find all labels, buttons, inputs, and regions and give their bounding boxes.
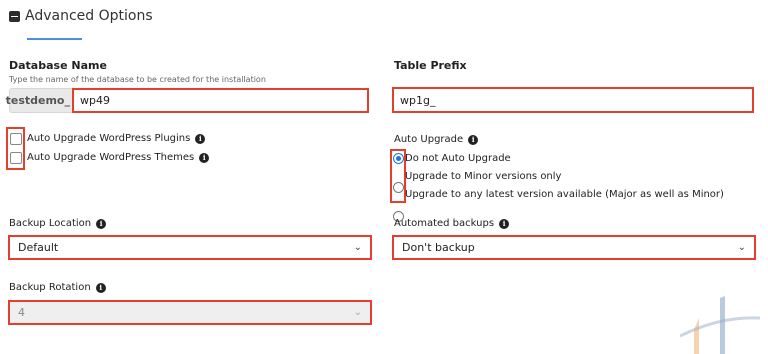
radio-minor-versions-label: Upgrade to Minor versions only: [405, 171, 562, 182]
backup-rotation-value: 4: [18, 306, 25, 319]
backup-location-select[interactable]: Default ⌄: [8, 235, 372, 260]
advanced-options-header[interactable]: Advanced Options: [9, 8, 153, 24]
auto-upgrade-themes-checkbox[interactable]: [10, 152, 22, 164]
minus-square-icon[interactable]: [9, 10, 20, 22]
backup-location-value: Default: [18, 241, 59, 254]
chevron-down-icon: ⌄: [353, 242, 362, 253]
automated-backups-select[interactable]: Don't backup ⌄: [392, 235, 756, 260]
info-icon[interactable]: i: [95, 282, 106, 293]
section-title: Advanced Options: [25, 8, 153, 24]
database-name-label: Database Name: [9, 59, 107, 72]
database-name-hint: Type the name of the database to be crea…: [9, 75, 266, 84]
header-underline: [27, 38, 82, 40]
table-prefix-label: Table Prefix: [394, 59, 467, 72]
backup-location-heading: Backup Location i: [9, 218, 107, 229]
automated-backups-label: Automated backups: [394, 218, 495, 229]
radio-minor-versions[interactable]: [393, 182, 404, 193]
automated-backups-value: Don't backup: [402, 241, 475, 254]
auto-upgrade-plugins-label: Auto Upgrade WordPress Plugins: [27, 133, 191, 144]
backup-rotation-select: 4 ⌄: [8, 300, 372, 325]
auto-upgrade-heading: Auto Upgrade i: [394, 134, 479, 145]
database-name-input[interactable]: wp49: [72, 88, 369, 113]
backup-rotation-heading: Backup Rotation i: [9, 282, 106, 293]
info-icon[interactable]: i: [195, 133, 206, 144]
radio-latest-version-label: Upgrade to any latest version available …: [405, 189, 724, 200]
table-prefix-input[interactable]: wp1g_: [392, 87, 754, 113]
auto-upgrade-themes-row: Auto Upgrade WordPress Themes i: [27, 152, 210, 163]
auto-upgrade-label: Auto Upgrade: [394, 134, 464, 145]
watermark-logo: [680, 296, 760, 354]
automated-backups-heading: Automated backups i: [394, 218, 510, 229]
database-prefix-addon: testdemo_: [6, 88, 72, 113]
info-icon[interactable]: i: [468, 134, 479, 145]
chevron-down-icon: ⌄: [737, 242, 746, 253]
radio-do-not-upgrade[interactable]: [393, 153, 404, 164]
backup-rotation-label: Backup Rotation: [9, 282, 91, 293]
auto-upgrade-plugins-checkbox[interactable]: [10, 133, 22, 145]
radio-do-not-upgrade-label: Do not Auto Upgrade: [405, 153, 511, 164]
backup-location-label: Backup Location: [9, 218, 92, 229]
database-name-group: testdemo_ wp49: [6, 88, 369, 113]
info-icon[interactable]: i: [199, 152, 210, 163]
auto-upgrade-themes-label: Auto Upgrade WordPress Themes: [27, 152, 195, 163]
auto-upgrade-plugins-row: Auto Upgrade WordPress Plugins i: [27, 133, 206, 144]
info-icon[interactable]: i: [499, 218, 510, 229]
chevron-down-icon: ⌄: [353, 307, 362, 318]
info-icon[interactable]: i: [96, 218, 107, 229]
